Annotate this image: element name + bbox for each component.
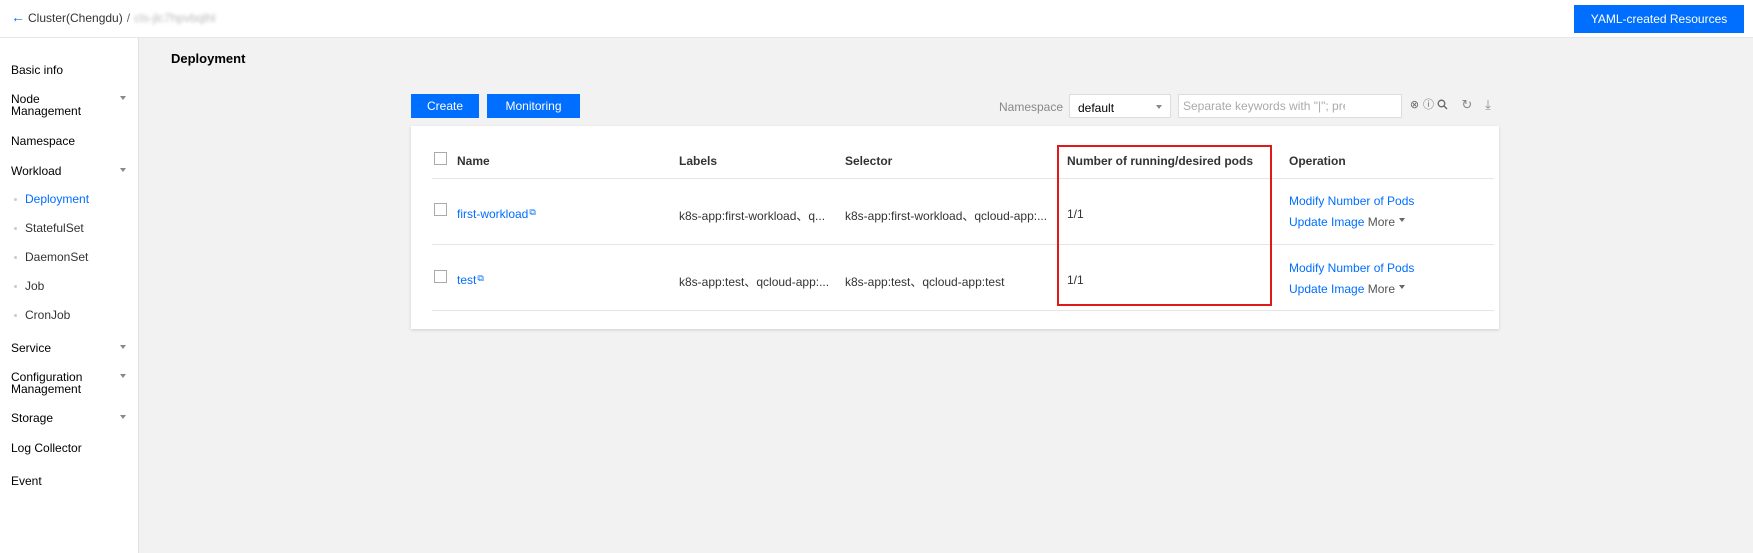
chevron-down-icon[interactable] — [120, 345, 126, 349]
sidebar-item-job[interactable]: Job — [14, 280, 44, 292]
namespace-select[interactable]: default — [1069, 94, 1171, 118]
create-button[interactable]: Create — [411, 94, 479, 118]
top-bar: ← Cluster(Chengdu) / cls-jlc7hpvbqlhl YAML… — [0, 0, 1753, 38]
sidebar-item-deployment[interactable]: Deployment — [14, 193, 89, 205]
sidebar-item-storage[interactable]: Storage — [11, 412, 53, 424]
chevron-down-icon[interactable] — [120, 374, 126, 378]
clear-icon[interactable]: ⊗ — [1408, 99, 1421, 112]
sidebar-item-basic-info[interactable]: Basic info — [11, 64, 63, 76]
sidebar-item-label: CronJob — [25, 308, 71, 322]
refresh-icon[interactable]: ↻ — [1460, 98, 1474, 112]
breadcrumb-cluster[interactable]: Cluster(Chengdu) — [28, 11, 123, 25]
more-label: More — [1367, 215, 1396, 229]
column-header-name: Name — [457, 154, 490, 168]
workload-name-cell: first-workload⧉ — [457, 207, 536, 221]
bullet-icon — [14, 256, 17, 260]
column-header-pods: Number of running/desired pods — [1067, 154, 1254, 168]
sidebar-item-event[interactable]: Event — [11, 475, 42, 487]
copy-icon[interactable]: ⧉ — [529, 207, 535, 218]
row-checkbox[interactable] — [434, 203, 447, 216]
selector-cell: k8s-app:first-workload、qcloud-app:... — [845, 209, 1048, 223]
deployment-table: Name Labels Selector Number of running/d… — [411, 126, 1499, 329]
workload-name-link[interactable]: test — [457, 273, 476, 287]
more-dropdown[interactable]: More — [1367, 282, 1406, 296]
bullet-icon — [14, 285, 17, 289]
divider — [432, 310, 1494, 311]
sidebar-item-log-collector[interactable]: Log Collector — [11, 442, 82, 454]
sidebar-item-label: Management — [11, 382, 82, 396]
modify-pods-link[interactable]: Modify Number of Pods — [1289, 261, 1414, 275]
sidebar-item-workload[interactable]: Workload — [11, 165, 61, 177]
sidebar-item-label: Job — [25, 279, 45, 293]
row-actions: Update Image More — [1289, 282, 1406, 296]
sidebar-item-label: StatefulSet — [25, 221, 84, 235]
row-checkbox[interactable] — [434, 270, 447, 283]
sidebar-item-label: Management — [11, 104, 82, 118]
sidebar-item-namespace[interactable]: Namespace — [11, 135, 75, 147]
sidebar-item-cronjob[interactable]: CronJob — [14, 309, 70, 321]
chevron-down-icon[interactable] — [120, 415, 126, 419]
chevron-down-icon — [1156, 105, 1162, 109]
chevron-down-icon[interactable] — [120, 168, 126, 172]
divider — [432, 178, 1494, 179]
sidebar-item-statefulset[interactable]: StatefulSet — [14, 222, 84, 234]
search-icon[interactable] — [1436, 99, 1449, 112]
arrow-left-icon[interactable]: ← — [11, 9, 25, 25]
update-image-link[interactable]: Update Image — [1289, 282, 1364, 296]
labels-cell: k8s-app:test、qcloud-app:... — [679, 275, 830, 289]
sidebar-item-daemonset[interactable]: DaemonSet — [14, 251, 88, 263]
pods-cell: 1/1 — [1067, 273, 1084, 287]
column-header-selector: Selector — [845, 154, 893, 168]
bullet-icon — [14, 314, 17, 318]
bullet-icon — [14, 227, 17, 231]
bullet-icon — [14, 198, 17, 202]
namespace-label: Namespace — [999, 100, 1064, 114]
modify-pods-link[interactable]: Modify Number of Pods — [1289, 194, 1414, 208]
yaml-created-resources-button[interactable]: YAML-created Resources — [1574, 5, 1744, 33]
info-icon[interactable]: ⓘ — [1422, 99, 1435, 112]
selector-cell: k8s-app:test、qcloud-app:test — [845, 275, 1005, 289]
download-icon[interactable]: ⤓ — [1481, 98, 1495, 112]
column-header-operation: Operation — [1289, 154, 1346, 168]
chevron-down-icon[interactable] — [120, 96, 126, 100]
breadcrumb-cluster-id: cls-jlc7hpvbqlhl — [134, 11, 216, 25]
sidebar-item-configuration-management[interactable]: Configuration Management — [11, 371, 82, 395]
chevron-down-icon — [1399, 217, 1406, 222]
sidebar: Basic info Node Management Namespace Wor… — [0, 38, 139, 553]
breadcrumb: Cluster(Chengdu) / cls-jlc7hpvbqlhl — [28, 11, 215, 25]
more-dropdown[interactable]: More — [1367, 215, 1406, 229]
row-actions: Update Image More — [1289, 215, 1406, 229]
labels-cell: k8s-app:first-workload、q... — [679, 209, 826, 223]
workload-name-cell: test⧉ — [457, 273, 484, 287]
search-input[interactable] — [1183, 98, 1345, 114]
more-label: More — [1367, 282, 1396, 296]
workload-name-link[interactable]: first-workload — [457, 207, 528, 221]
sidebar-item-label: Deployment — [25, 192, 90, 206]
update-image-link[interactable]: Update Image — [1289, 215, 1364, 229]
namespace-selected-value: default — [1078, 101, 1115, 115]
divider — [432, 244, 1494, 245]
chevron-down-icon — [1399, 284, 1406, 289]
sidebar-item-node-management[interactable]: Node Management — [11, 93, 81, 117]
sidebar-item-service[interactable]: Service — [11, 342, 51, 354]
search-box: ⊗ ⓘ — [1178, 94, 1448, 118]
column-header-labels: Labels — [679, 154, 718, 168]
select-all-checkbox[interactable] — [434, 152, 447, 165]
copy-icon[interactable]: ⧉ — [477, 273, 483, 284]
breadcrumb-separator: / — [126, 11, 131, 25]
monitoring-button[interactable]: Monitoring — [487, 94, 580, 118]
page-title: Deployment — [171, 51, 246, 66]
pods-cell: 1/1 — [1067, 207, 1084, 221]
sidebar-item-label: DaemonSet — [25, 250, 89, 264]
